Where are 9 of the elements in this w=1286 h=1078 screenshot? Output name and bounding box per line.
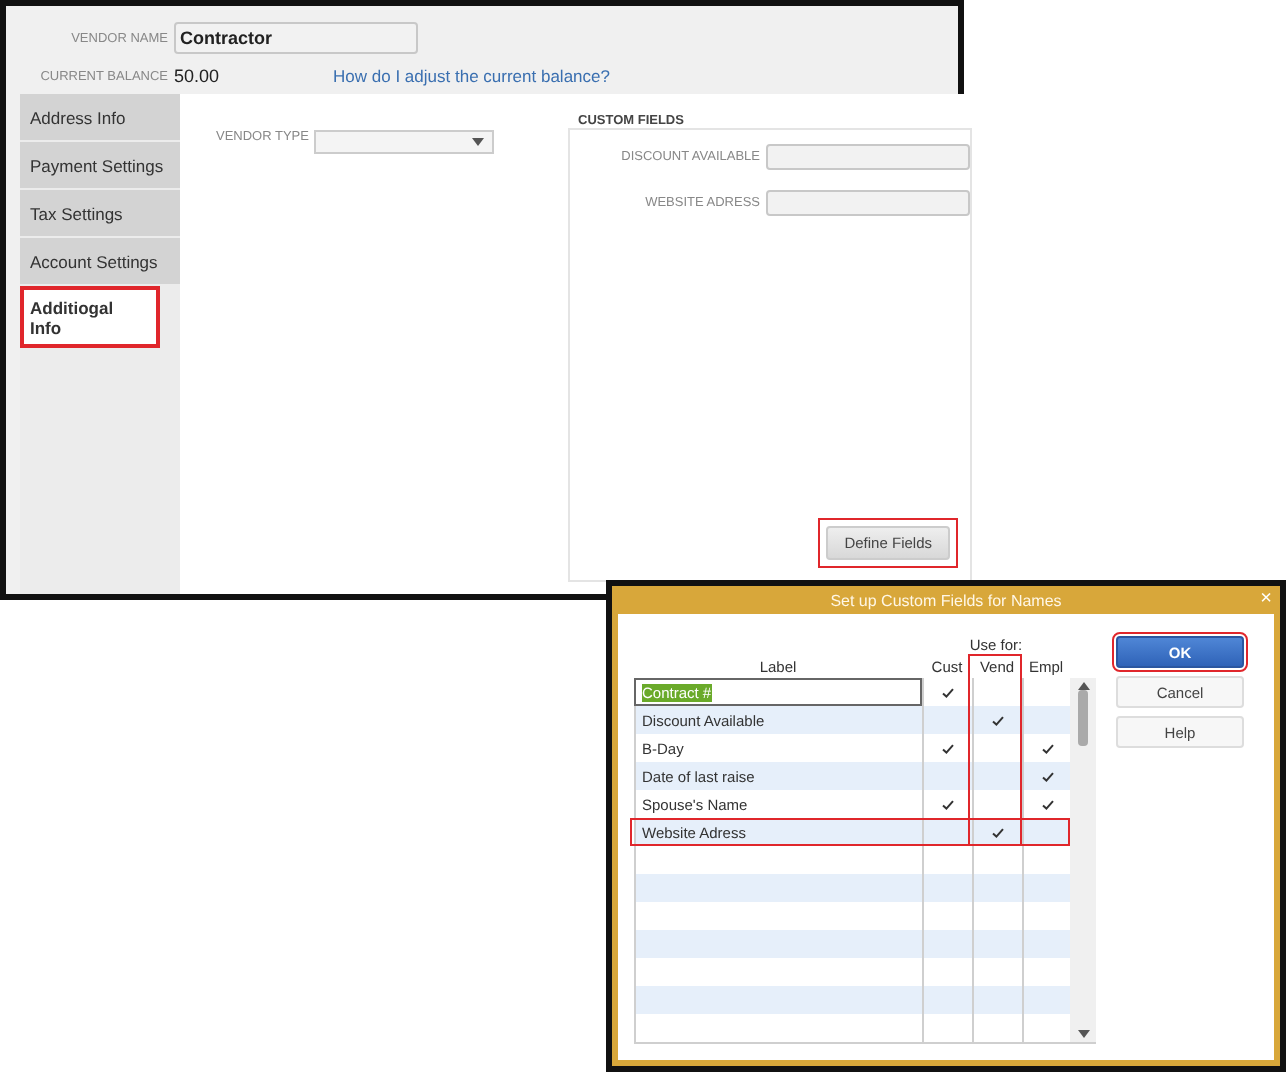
vendor-name-field[interactable]: Contractor (174, 22, 418, 54)
sidebar-tab[interactable]: Payment Settings (20, 142, 180, 188)
help-link[interactable]: How do I adjust the current balance? (333, 66, 610, 86)
sidebar-tab[interactable]: Additiogal Info (20, 286, 160, 348)
sidebar-tab[interactable]: Address Info (20, 94, 180, 140)
sidebar-tab[interactable]: Tax Settings (20, 190, 180, 236)
dialog-title: Set up Custom Fields for Names (830, 591, 1062, 609)
sidebar-tab[interactable]: Account Settings (20, 238, 180, 284)
current-balance-value: 50.00 (174, 66, 220, 86)
